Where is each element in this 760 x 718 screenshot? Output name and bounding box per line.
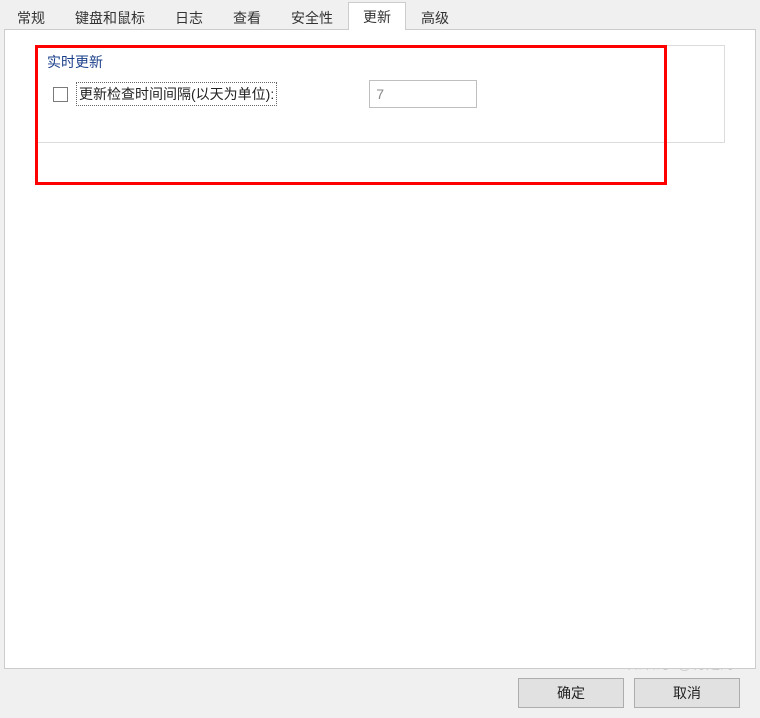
- interval-checkbox-label[interactable]: 更新检查时间间隔(以天为单位):: [76, 82, 277, 106]
- tab-advanced[interactable]: 高级: [406, 4, 464, 30]
- tab-logs[interactable]: 日志: [160, 4, 218, 30]
- tab-view[interactable]: 查看: [218, 4, 276, 30]
- tab-label: 日志: [175, 8, 203, 28]
- group-title-realtime-update: 实时更新: [47, 52, 103, 72]
- tab-content: 实时更新 更新检查时间间隔(以天为单位):: [4, 29, 756, 669]
- tab-label: 键盘和鼠标: [75, 8, 145, 28]
- ok-button[interactable]: 确定: [518, 678, 624, 708]
- tab-label: 查看: [233, 8, 261, 28]
- tab-security[interactable]: 安全性: [276, 4, 348, 30]
- interval-checkbox[interactable]: [53, 87, 68, 102]
- tab-update[interactable]: 更新: [348, 2, 406, 30]
- cancel-button[interactable]: 取消: [634, 678, 740, 708]
- tab-label: 常规: [17, 8, 45, 28]
- tab-label: 安全性: [291, 8, 333, 28]
- tab-general[interactable]: 常规: [2, 4, 60, 30]
- interval-input[interactable]: [369, 80, 477, 108]
- interval-row: 更新检查时间间隔(以天为单位):: [53, 80, 477, 108]
- tab-label: 更新: [363, 7, 391, 27]
- tab-label: 高级: [421, 8, 449, 28]
- tab-bar: 常规 键盘和鼠标 日志 查看 安全性 更新 高级: [0, 0, 760, 30]
- tab-keyboard-mouse[interactable]: 键盘和鼠标: [60, 4, 160, 30]
- dialog-buttons: 确定 取消: [518, 678, 740, 708]
